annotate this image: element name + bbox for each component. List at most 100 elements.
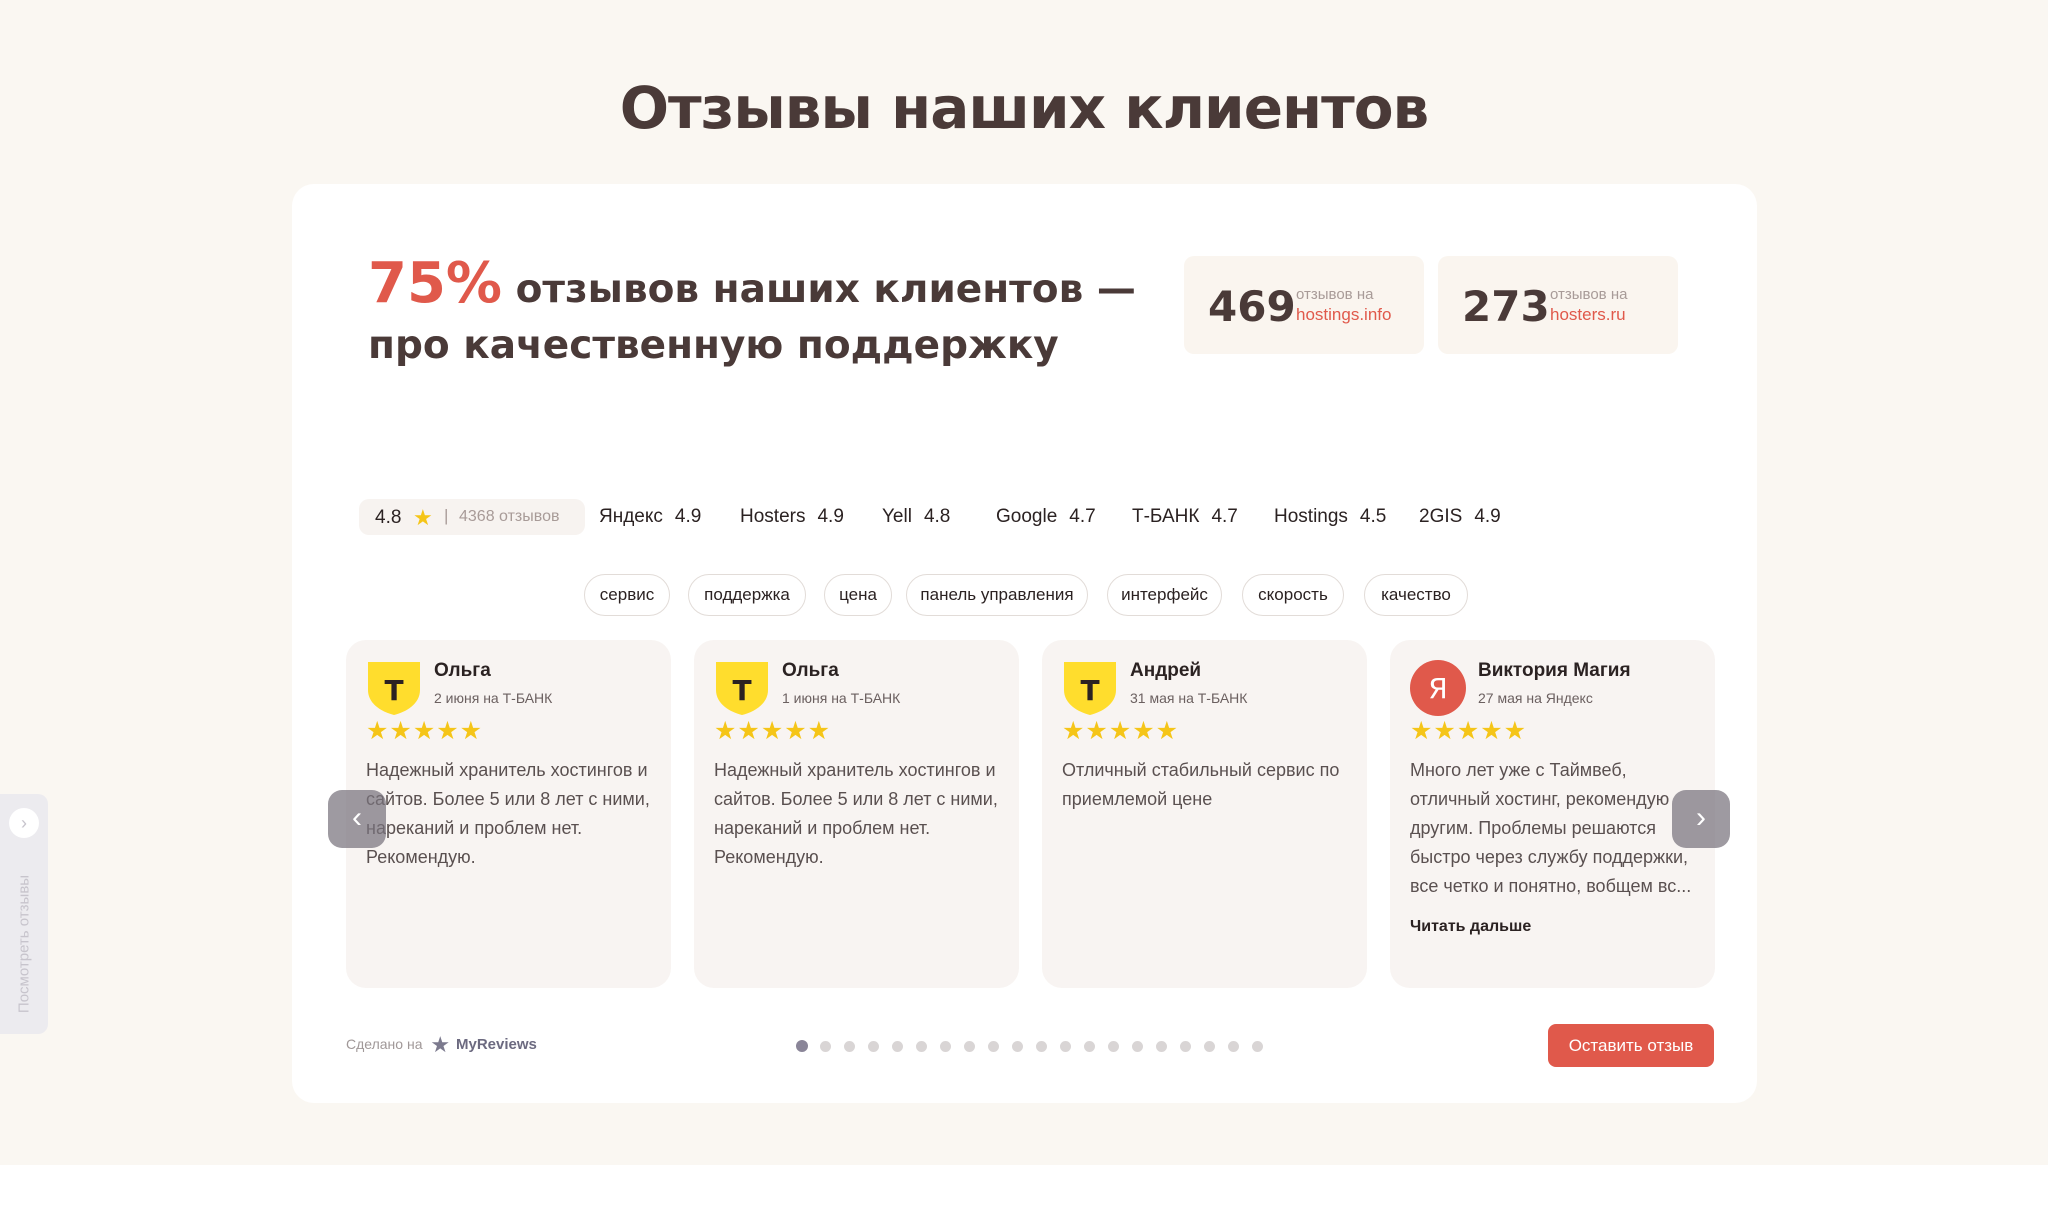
stat-site-link[interactable]: hostings.info — [1296, 305, 1391, 325]
section-title: Отзывы наших клиентов — [619, 74, 1430, 142]
tag-support[interactable]: поддержка — [688, 574, 806, 616]
pagination-dot[interactable] — [964, 1041, 975, 1052]
chevron-left-icon: ‹ — [352, 801, 362, 834]
pagination-dot[interactable] — [1108, 1041, 1119, 1052]
tag-interface[interactable]: интерфейс — [1107, 574, 1222, 616]
overall-rating-value: 4.8 — [375, 507, 402, 528]
tag-speed[interactable]: скорость — [1242, 574, 1344, 616]
read-more-link[interactable]: Читать дальше — [1410, 918, 1531, 936]
made-on-label: Сделано на — [346, 1036, 423, 1052]
source-name: Yell — [882, 506, 912, 527]
source-name: Т-БАНК — [1132, 506, 1200, 527]
tag-quality[interactable]: качество — [1364, 574, 1468, 616]
review-card[interactable]: T Ольга 1 июня на Т-БАНК ★★★★★ Надежный … — [694, 640, 1019, 988]
source-rating: 4.9 — [1474, 506, 1501, 527]
review-text: Надежный хранитель хостингов и сайтов. Б… — [366, 760, 650, 867]
tbank-logo-icon: T — [368, 662, 420, 715]
review-card[interactable]: T Ольга 2 июня на Т-БАНК ★★★★★ Надежный … — [346, 640, 671, 988]
source-rating: 4.5 — [1359, 506, 1387, 527]
stat-hosters-ru: 273 отзывов на hosters.ru — [1438, 256, 1678, 354]
source-rating: 4.8 — [923, 506, 951, 527]
pagination-dot[interactable] — [1156, 1041, 1167, 1052]
pagination-dot[interactable] — [820, 1041, 831, 1052]
pagination-dot[interactable] — [988, 1041, 999, 1052]
chevron-right-icon: › — [1696, 801, 1706, 834]
reviews-card: 75% отзывов наших клиентов — про качеств… — [292, 184, 1757, 1103]
star-icon: ★ — [413, 505, 433, 530]
pagination-dot[interactable] — [1060, 1041, 1071, 1052]
pagination-dot[interactable] — [940, 1041, 951, 1052]
source-name: Hosters — [740, 506, 806, 527]
pagination-dot[interactable] — [1204, 1041, 1215, 1052]
pagination-dot[interactable] — [796, 1040, 808, 1052]
overall-rating[interactable]: 4.8 ★ | 4368 отзывов — [359, 499, 585, 535]
pagination-dots — [796, 1039, 1276, 1053]
review-card[interactable]: T Андрей 31 мая на Т-БАНК ★★★★★ Отличный… — [1042, 640, 1367, 988]
side-tab-label: Посмотреть отзывы — [15, 874, 33, 1014]
source-name: 2GIS — [1419, 506, 1463, 527]
review-meta: 2 июня на Т-БАНК — [434, 690, 553, 706]
source-rating: 4.7 — [1211, 506, 1238, 527]
stat-label: отзывов на — [1550, 286, 1628, 303]
tag-price[interactable]: цена — [824, 574, 892, 616]
review-meta: 27 мая на Яндекс — [1478, 690, 1593, 706]
headline: 75% отзывов наших клиентов — про качеств… — [368, 256, 1188, 374]
leave-review-button[interactable]: Оставить отзыв — [1548, 1024, 1714, 1067]
source-2gis[interactable]: 2GIS 4.9 — [1419, 506, 1501, 528]
tag-service[interactable]: сервис — [584, 574, 670, 616]
pagination-dot[interactable] — [1180, 1041, 1191, 1052]
divider: | — [444, 506, 449, 525]
reviewer-name: Ольга — [434, 660, 491, 681]
pagination-dot[interactable] — [1252, 1041, 1263, 1052]
pagination-dot[interactable] — [1012, 1041, 1023, 1052]
tag-filters: сервис поддержка цена панель управления … — [584, 574, 1484, 618]
tag-control-panel[interactable]: панель управления — [906, 574, 1088, 616]
made-on-credit[interactable]: Сделано на ★ MyReviews — [346, 1032, 537, 1058]
review-text: Отличный стабильный сервис по приемлемой… — [1062, 760, 1340, 809]
stat-number: 273 — [1462, 282, 1550, 331]
source-yandex[interactable]: Яндекс 4.9 — [599, 506, 701, 528]
pagination-dot[interactable] — [844, 1041, 855, 1052]
ratings-row: 4.8 ★ | 4368 отзывов Яндекс 4.9 Hosters 4.… — [359, 499, 1559, 535]
pagination-dot[interactable] — [1036, 1041, 1047, 1052]
source-google[interactable]: Google 4.7 — [996, 506, 1096, 528]
chevron-right-icon: › — [9, 808, 39, 838]
svg-text:T: T — [384, 674, 403, 707]
pagination-dot[interactable] — [916, 1041, 927, 1052]
prev-arrow-button[interactable]: ‹ — [328, 790, 386, 848]
source-name: Яндекс — [599, 506, 663, 527]
myreviews-brand: MyReviews — [456, 1036, 537, 1053]
svg-text:T: T — [732, 674, 751, 707]
stat-label: отзывов на — [1296, 286, 1374, 303]
source-yell[interactable]: Yell 4.8 — [882, 506, 950, 528]
pagination-dot[interactable] — [1132, 1041, 1143, 1052]
rating-stars: ★★★★★ — [714, 717, 832, 745]
source-rating: 4.9 — [674, 506, 702, 527]
source-name: Google — [996, 506, 1058, 527]
source-hosters[interactable]: Hosters 4.9 — [740, 506, 844, 528]
reviewer-name: Виктория Магия — [1478, 660, 1631, 681]
tbank-logo-icon: T — [1064, 662, 1116, 715]
next-arrow-button[interactable]: › — [1672, 790, 1730, 848]
pagination-dot[interactable] — [1084, 1041, 1095, 1052]
pagination-dot[interactable] — [1228, 1041, 1239, 1052]
reviewer-name: Ольга — [782, 660, 839, 681]
review-meta: 1 июня на Т-БАНК — [782, 690, 901, 706]
review-text: Надежный хранитель хостингов и сайтов. Б… — [714, 760, 998, 867]
stat-hostings-info: 469 отзывов на hostings.info — [1184, 256, 1424, 354]
stat-site-link[interactable]: hosters.ru — [1550, 305, 1626, 325]
side-tab-view-reviews[interactable]: › Посмотреть отзывы — [0, 794, 48, 1034]
rating-stars: ★★★★★ — [1062, 717, 1180, 745]
rating-stars: ★★★★★ — [1410, 717, 1528, 745]
overall-review-count: 4368 отзывов — [459, 508, 560, 525]
stat-number: 469 — [1208, 282, 1296, 331]
review-meta: 31 мая на Т-БАНК — [1130, 690, 1248, 706]
source-hostings[interactable]: Hostings 4.5 — [1274, 506, 1386, 528]
source-rating: 4.9 — [817, 506, 844, 527]
pagination-dot[interactable] — [868, 1041, 879, 1052]
source-tbank[interactable]: Т-БАНК 4.7 — [1132, 506, 1238, 528]
review-card[interactable]: Я Виктория Магия 27 мая на Яндекс ★★★★★ … — [1390, 640, 1715, 988]
reviewer-name: Андрей — [1130, 660, 1202, 681]
pagination-dot[interactable] — [892, 1041, 903, 1052]
source-rating: 4.7 — [1069, 506, 1096, 527]
